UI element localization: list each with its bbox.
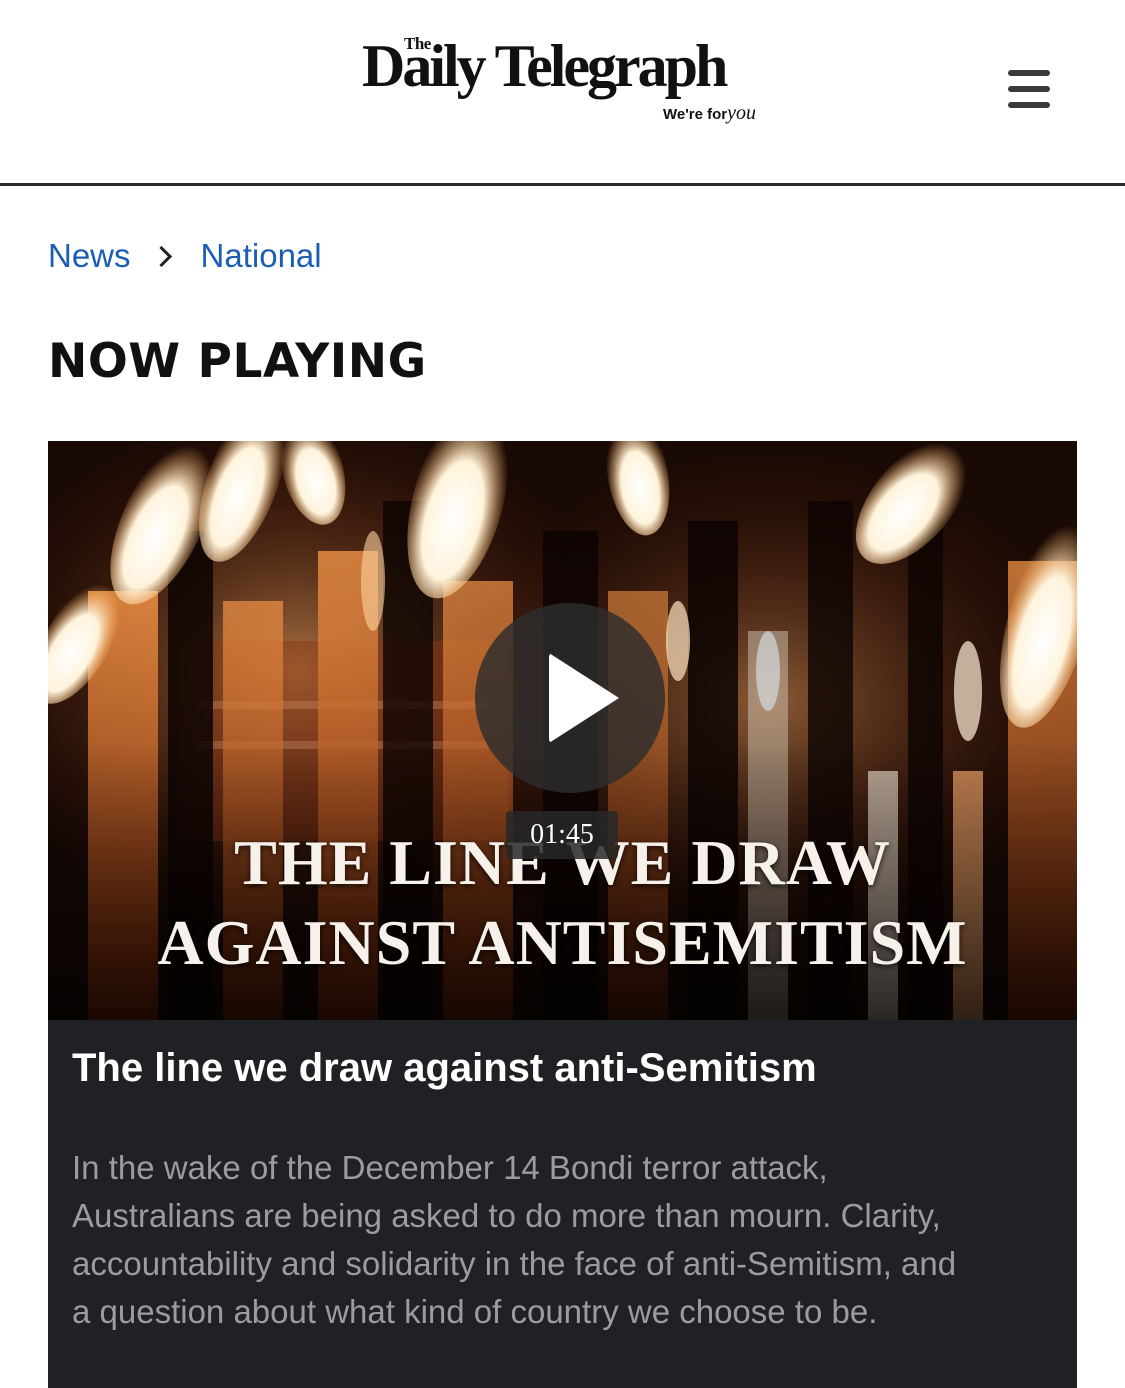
site-header: Daily Telegraph The We're foryou: [0, 0, 1125, 186]
breadcrumb-national-link[interactable]: National: [201, 237, 322, 275]
video-description: In the wake of the December 14 Bondi ter…: [72, 1149, 957, 1330]
breadcrumb: News National: [48, 232, 322, 280]
video-overlay-title-line2: AGAINST ANTISEMITISM: [157, 907, 968, 978]
video-duration-badge: 01:45: [506, 811, 618, 859]
video-title[interactable]: The line we draw against anti-Semitism: [72, 1046, 817, 1091]
logo-tagline-script: you: [727, 102, 756, 124]
logo-tagline: We're foryou: [662, 102, 756, 124]
video-info-panel: The line we draw against anti-Semitism I…: [48, 1020, 1077, 1388]
chevron-right-icon: [153, 241, 171, 271]
breadcrumb-news-link[interactable]: News: [48, 237, 131, 275]
section-title: NOW PLAYING: [48, 334, 427, 389]
play-icon[interactable]: [475, 603, 665, 793]
logo-the: The: [404, 34, 431, 53]
site-logo[interactable]: Daily Telegraph The We're foryou: [360, 30, 760, 140]
hamburger-menu-icon[interactable]: [1004, 68, 1052, 112]
